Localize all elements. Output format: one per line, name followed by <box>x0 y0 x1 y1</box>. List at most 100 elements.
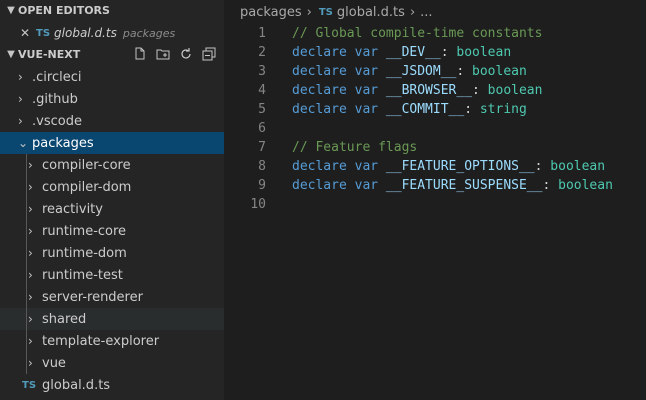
chevron-right-icon: › <box>18 114 23 128</box>
line-number: 10 <box>250 197 266 212</box>
code-token: declare var <box>292 178 386 193</box>
code-token: declare var <box>292 64 386 79</box>
tree-folder-reactivity[interactable]: › reactivity <box>0 198 224 220</box>
code-token: __BROWSER__ <box>385 83 473 98</box>
chevron-right-icon: › <box>18 70 23 84</box>
project-title: VUE-NEXT <box>18 48 81 61</box>
chevron-right-icon: › <box>409 4 416 20</box>
code-line[interactable]: 1 // Global compile-time constants <box>224 24 646 43</box>
close-icon[interactable]: ✕ <box>20 26 34 40</box>
refresh-icon[interactable] <box>179 47 193 61</box>
code-line[interactable]: 3 declare var __JSDOM__: boolean <box>224 62 646 81</box>
chevron-right-icon: › <box>28 202 33 216</box>
tree-folder-template-explorer[interactable]: › template-explorer <box>0 330 224 352</box>
code-token: : <box>440 45 457 60</box>
open-editor-filename: global.d.ts <box>54 26 117 40</box>
code-token: string <box>479 102 527 117</box>
line-number: 4 <box>258 83 266 98</box>
tree-item-label: runtime-test <box>42 267 123 283</box>
breadcrumb: packages › TS global.d.ts › ... <box>224 0 646 24</box>
tree-folder-circleci[interactable]: › .circleci <box>0 66 224 88</box>
typescript-file-icon: TS <box>36 27 51 39</box>
open-editors-title: OPEN EDITORS <box>18 4 110 17</box>
chevron-right-icon: › <box>28 158 33 172</box>
breadcrumb-more[interactable]: ... <box>420 5 432 20</box>
code-line[interactable]: 6 <box>224 119 646 138</box>
code-line[interactable]: 10 <box>224 195 646 214</box>
line-number: 9 <box>258 178 266 193</box>
code-line[interactable]: 7 // Feature flags <box>224 138 646 157</box>
open-editor-path: packages <box>122 26 176 40</box>
code-line[interactable]: 2 declare var __DEV__: boolean <box>224 43 646 62</box>
chevron-right-icon: › <box>28 356 33 370</box>
tree-folder-compiler-core[interactable]: › compiler-core <box>0 154 224 176</box>
line-number: 7 <box>258 140 266 155</box>
code-editor[interactable]: packages › TS global.d.ts › ... 1 // Glob… <box>224 0 646 400</box>
code-line[interactable]: 5 declare var __COMMIT__: string <box>224 100 646 119</box>
code-lines[interactable]: 1 // Global compile-time constants 2 declar… <box>224 24 646 214</box>
code-token: : <box>472 83 488 98</box>
code-token: : <box>464 102 480 117</box>
line-number: 3 <box>258 64 266 79</box>
tree-folder-shared[interactable]: › shared <box>0 308 224 330</box>
code-token: __COMMIT__ <box>385 102 465 117</box>
typescript-file-icon: TS <box>22 379 37 391</box>
tree-item-label: server-renderer <box>42 289 143 305</box>
tree-item-label: runtime-core <box>42 223 127 239</box>
tree-item-label: .github <box>32 91 78 107</box>
line-number: 6 <box>258 121 266 136</box>
code-line[interactable]: 4 declare var __BROWSER__: boolean <box>224 81 646 100</box>
explorer-sidebar: ▼ OPEN EDITORS ✕ TS global.d.ts packages… <box>0 0 224 400</box>
line-number: 5 <box>258 102 266 117</box>
tree-folder-vscode[interactable]: › .vscode <box>0 110 224 132</box>
tree-item-label: shared <box>42 311 87 327</box>
chevron-right-icon: › <box>28 268 33 282</box>
code-token: __JSDOM__ <box>385 64 457 79</box>
chevron-right-icon: › <box>28 312 33 326</box>
code-line[interactable]: 9 declare var __FEATURE_SUSPENSE__: boole… <box>224 176 646 195</box>
code-token: declare var <box>292 102 386 117</box>
chevron-right-icon: › <box>306 4 312 20</box>
tree-folder-runtime-test[interactable]: › runtime-test <box>0 264 224 286</box>
tree-folder-packages[interactable]: ⌄ packages <box>0 132 224 154</box>
tree-item-label: global.d.ts <box>42 377 111 393</box>
code-token: : <box>542 178 559 193</box>
code-token: declare var <box>292 83 386 98</box>
tree-folder-compiler-dom[interactable]: › compiler-dom <box>0 176 224 198</box>
breadcrumb-folder[interactable]: packages <box>240 5 302 20</box>
code-token: boolean <box>472 64 527 79</box>
chevron-down-icon: ⌄ <box>18 136 29 150</box>
chevron-down-icon: ▼ <box>7 5 15 16</box>
code-token: // Feature flags <box>292 140 418 155</box>
tree-file-global-d-ts[interactable]: TS global.d.ts <box>0 374 224 396</box>
new-file-icon[interactable] <box>133 47 147 61</box>
tree-folder-vue[interactable]: › vue <box>0 352 224 374</box>
project-header[interactable]: ▼ VUE-NEXT <box>0 44 224 66</box>
tree-folder-runtime-core[interactable]: › runtime-core <box>0 220 224 242</box>
code-token: : <box>456 64 473 79</box>
breadcrumb-file[interactable]: global.d.ts <box>337 5 405 20</box>
tree-item-label: packages <box>32 135 94 151</box>
open-editors-header[interactable]: ▼ OPEN EDITORS <box>0 0 224 22</box>
code-line[interactable]: 8 declare var __FEATURE_OPTIONS__: boolea… <box>224 157 646 176</box>
new-folder-icon[interactable] <box>156 47 170 61</box>
chevron-right-icon: › <box>28 224 33 238</box>
code-token: declare var <box>292 159 386 174</box>
line-number: 2 <box>258 45 266 60</box>
open-editor-item[interactable]: ✕ TS global.d.ts packages <box>0 22 224 44</box>
indent-guide <box>26 154 27 374</box>
collapse-all-icon[interactable] <box>202 47 216 61</box>
tree-item-label: vue <box>42 355 66 371</box>
explorer-toolbar <box>133 47 216 61</box>
tree-folder-server-renderer[interactable]: › server-renderer <box>0 286 224 308</box>
code-token: boolean <box>456 45 512 60</box>
code-token: __FEATURE_SUSPENSE__ <box>385 178 543 193</box>
code-token: __FEATURE_OPTIONS__ <box>385 159 535 174</box>
chevron-right-icon: › <box>28 334 33 348</box>
tree-folder-runtime-dom[interactable]: › runtime-dom <box>0 242 224 264</box>
tree-item-label: .circleci <box>32 69 82 85</box>
tree-item-label: runtime-dom <box>42 245 127 261</box>
tree-folder-github[interactable]: › .github <box>0 88 224 110</box>
code-token: : <box>534 159 551 174</box>
code-token: boolean <box>558 178 613 193</box>
